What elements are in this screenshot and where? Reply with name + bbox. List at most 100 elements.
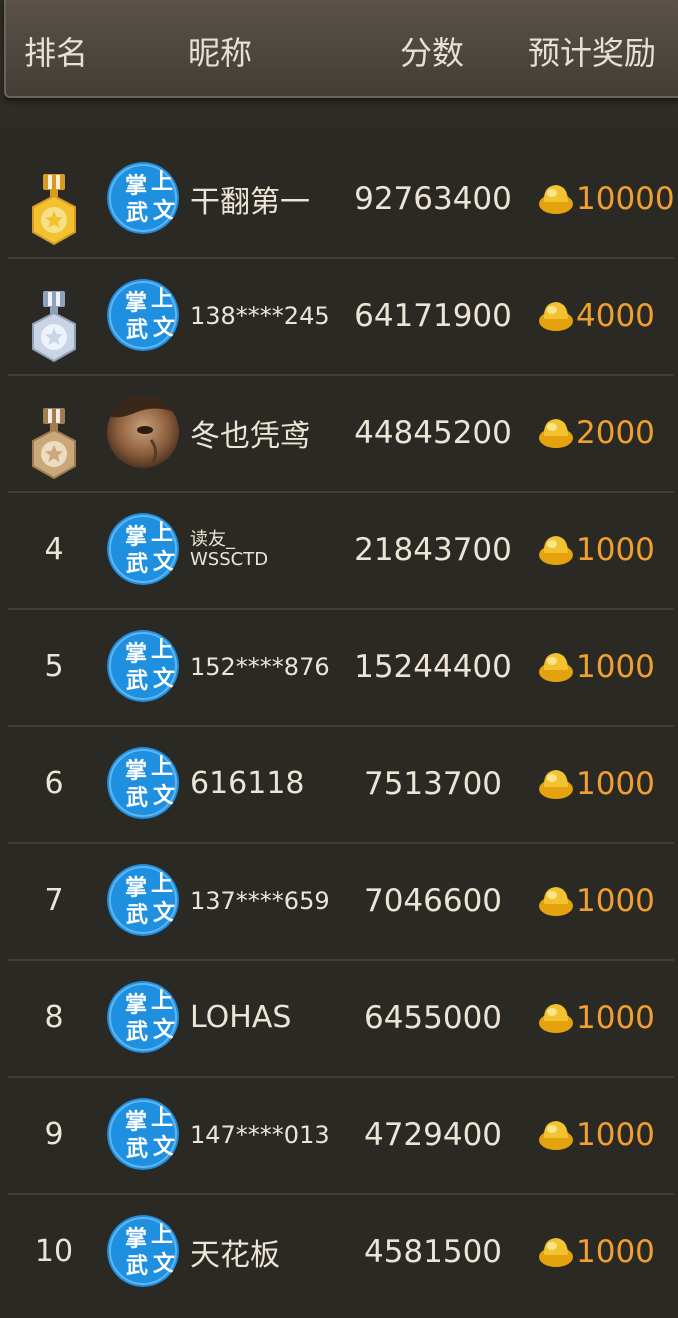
leaderboard-row[interactable]: 掌上武文 干翻第一 92763400 10000: [8, 140, 675, 259]
svg-text:上: 上: [151, 521, 173, 546]
rank-number: 6: [44, 766, 64, 801]
player-nickname: 137****659: [190, 886, 330, 915]
svg-text:文: 文: [153, 666, 176, 692]
reward-amount: 1000: [576, 531, 655, 568]
leaderboard-row[interactable]: 7 掌上武文 137****659 7046600 1000: [8, 842, 674, 961]
avatar[interactable]: 掌上武文: [107, 513, 179, 585]
player-nickname: 天花板: [190, 1237, 280, 1273]
reward-cell: 1000: [538, 1076, 655, 1193]
avatar[interactable]: 掌上武文: [107, 279, 179, 351]
reward-cell: 1000: [538, 1193, 655, 1310]
leaderboard-row[interactable]: 8 掌上武文 LOHAS 6455000 1000: [8, 959, 674, 1078]
svg-text:武: 武: [126, 669, 148, 694]
player-score: 7513700: [363, 765, 503, 802]
leaderboard-list: 掌上武文 干翻第一 92763400 10000 掌上武文 138****245…: [0, 128, 678, 1318]
gold-ingot-icon: [539, 1003, 573, 1033]
avatar[interactable]: 掌上武文: [107, 162, 179, 234]
svg-text:武: 武: [126, 1137, 148, 1162]
avatar[interactable]: [107, 396, 179, 468]
svg-text:武: 武: [126, 201, 148, 226]
rank-number: 8: [44, 1000, 64, 1035]
zhangshang-logo-icon: 掌上武文: [107, 1098, 179, 1170]
svg-text:文: 文: [153, 900, 176, 926]
leaderboard-row[interactable]: 6 掌上武文 616118 7513700 1000: [8, 725, 674, 844]
player-nickname: 干翻第一: [190, 184, 310, 220]
avatar[interactable]: 掌上武文: [107, 630, 179, 702]
avatar[interactable]: 掌上武文: [107, 1215, 179, 1287]
svg-text:掌: 掌: [125, 1110, 147, 1135]
avatar[interactable]: 掌上武文: [107, 981, 179, 1053]
svg-text:掌: 掌: [125, 1227, 147, 1252]
player-score: 21843700: [354, 531, 512, 568]
zhangshang-logo-icon: 掌上武文: [107, 279, 179, 351]
leaderboard-row[interactable]: 5 掌上武文 152****876 15244400 1000: [8, 608, 674, 727]
leaderboard-header: 排名 昵称 分数 预计奖励: [4, 0, 678, 98]
reward-cell: 1000: [538, 842, 655, 959]
zhangshang-logo-icon: 掌上武文: [107, 513, 179, 585]
reward-amount: 4000: [576, 297, 655, 334]
svg-text:武: 武: [126, 1020, 148, 1045]
reward-amount: 1000: [576, 1233, 655, 1270]
rank-cell: [8, 140, 100, 257]
reward-amount: 1000: [576, 1116, 655, 1153]
leaderboard-row[interactable]: 4 掌上武文 读友_ WSSCTD 21843700 1000: [8, 491, 674, 610]
player-nickname: 616118: [190, 766, 305, 801]
rank-number: 9: [44, 1117, 64, 1152]
gold-ingot-icon: [539, 535, 573, 565]
player-score: 64171900: [354, 297, 512, 334]
svg-text:文: 文: [153, 198, 176, 224]
player-score: 92763400: [354, 180, 512, 217]
zhangshang-logo-icon: 掌上武文: [107, 747, 179, 819]
leaderboard-row[interactable]: 掌上武文 138****245 64171900 4000: [8, 257, 674, 376]
player-nickname: 147****013: [190, 1120, 330, 1149]
reward-amount: 10000: [576, 180, 675, 217]
reward-cell: 1000: [538, 725, 655, 842]
reward-amount: 2000: [576, 414, 655, 451]
svg-text:掌: 掌: [125, 174, 147, 199]
gold-ingot-icon: [539, 184, 573, 214]
svg-text:上: 上: [151, 287, 173, 312]
rank-cell: [8, 374, 100, 491]
svg-text:上: 上: [151, 1223, 173, 1248]
svg-text:文: 文: [153, 549, 176, 575]
player-nickname-line2: WSSCTD: [190, 548, 269, 570]
leaderboard-row[interactable]: 10 掌上武文 天花板 4581500 1000: [8, 1193, 674, 1310]
svg-text:文: 文: [153, 783, 176, 809]
zhangshang-logo-icon: 掌上武文: [107, 1215, 179, 1287]
svg-text:上: 上: [151, 755, 173, 780]
silver-medal-icon: [32, 291, 76, 363]
svg-text:上: 上: [151, 989, 173, 1014]
reward-cell: 10000: [538, 140, 675, 257]
rank-column-header: 排名: [24, 34, 89, 72]
zhangshang-logo-icon: 掌上武文: [107, 981, 179, 1053]
svg-text:武: 武: [126, 786, 148, 811]
player-nickname: 冬也凭鸢: [190, 418, 310, 454]
svg-text:掌: 掌: [125, 759, 147, 784]
rank-number: 5: [44, 649, 64, 684]
avatar[interactable]: 掌上武文: [107, 747, 179, 819]
svg-text:掌: 掌: [125, 525, 147, 550]
gold-medal-icon: [32, 174, 76, 246]
rank-number: 4: [44, 532, 64, 567]
svg-text:掌: 掌: [125, 291, 147, 316]
reward-amount: 1000: [576, 648, 655, 685]
avatar[interactable]: 掌上武文: [107, 864, 179, 936]
reward-cell: 1000: [538, 608, 655, 725]
avatar[interactable]: 掌上武文: [107, 1098, 179, 1170]
reward-cell: 2000: [538, 374, 655, 491]
reward-cell: 1000: [538, 959, 655, 1076]
leaderboard-row[interactable]: 冬也凭鸢 44845200 2000: [8, 374, 674, 493]
nickname-column-header: 昵称: [188, 34, 253, 72]
leaderboard-row[interactable]: 9 掌上武文 147****013 4729400 1000: [8, 1076, 674, 1195]
gold-ingot-icon: [539, 301, 573, 331]
svg-text:文: 文: [153, 1017, 176, 1043]
svg-text:武: 武: [126, 552, 148, 577]
player-score: 44845200: [354, 414, 512, 451]
user-photo-avatar: [107, 396, 179, 468]
gold-ingot-icon: [539, 886, 573, 916]
gold-ingot-icon: [539, 652, 573, 682]
svg-text:文: 文: [153, 315, 176, 341]
player-nickname: LOHAS: [190, 1000, 292, 1035]
bronze-medal-icon: [32, 408, 76, 480]
gold-ingot-icon: [539, 1237, 573, 1267]
